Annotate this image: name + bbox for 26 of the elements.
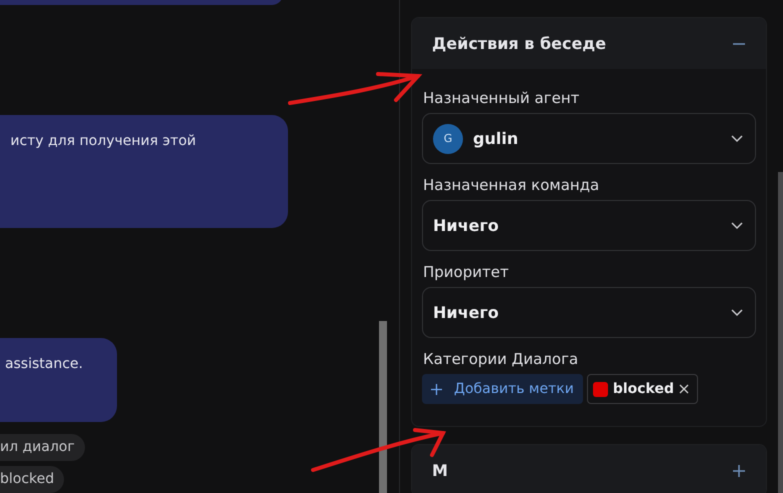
agent-select[interactable]: G gulin — [422, 113, 756, 164]
message-bubble: assistance. — [0, 338, 117, 422]
section-title: Действия в беседе — [432, 34, 606, 53]
add-labels-button[interactable]: Добавить метки — [422, 374, 583, 404]
chevron-down-icon — [731, 308, 743, 316]
scrollbar-thumb[interactable] — [379, 321, 387, 493]
plus-icon — [431, 384, 442, 394]
event-label: ил диалог — [0, 434, 85, 461]
dropdown-select[interactable]: Ничего — [422, 287, 756, 338]
section-title: М — [432, 461, 448, 480]
tag-text: blocked — [612, 381, 674, 397]
field-label: Назначенный агент — [423, 89, 580, 107]
message-bubble: исту для получения этой — [0, 114, 288, 228]
field-label: Приоритет — [423, 263, 510, 281]
chevron-down-icon — [731, 134, 743, 142]
chevron-down-icon — [731, 222, 743, 230]
event-label: blocked — [0, 466, 64, 493]
plus-icon[interactable] — [732, 464, 746, 478]
avatar: G — [433, 124, 463, 154]
section-header[interactable]: М — [412, 445, 766, 493]
scrollbar-thumb[interactable] — [778, 172, 783, 493]
section-header[interactable]: Действия в беседе — [412, 18, 766, 69]
field-label: Категории Диалога — [423, 350, 580, 368]
close-icon[interactable] — [679, 384, 690, 394]
dropdown-select[interactable]: Ничего — [422, 200, 756, 251]
field-label: Назначенная команда — [423, 176, 600, 194]
